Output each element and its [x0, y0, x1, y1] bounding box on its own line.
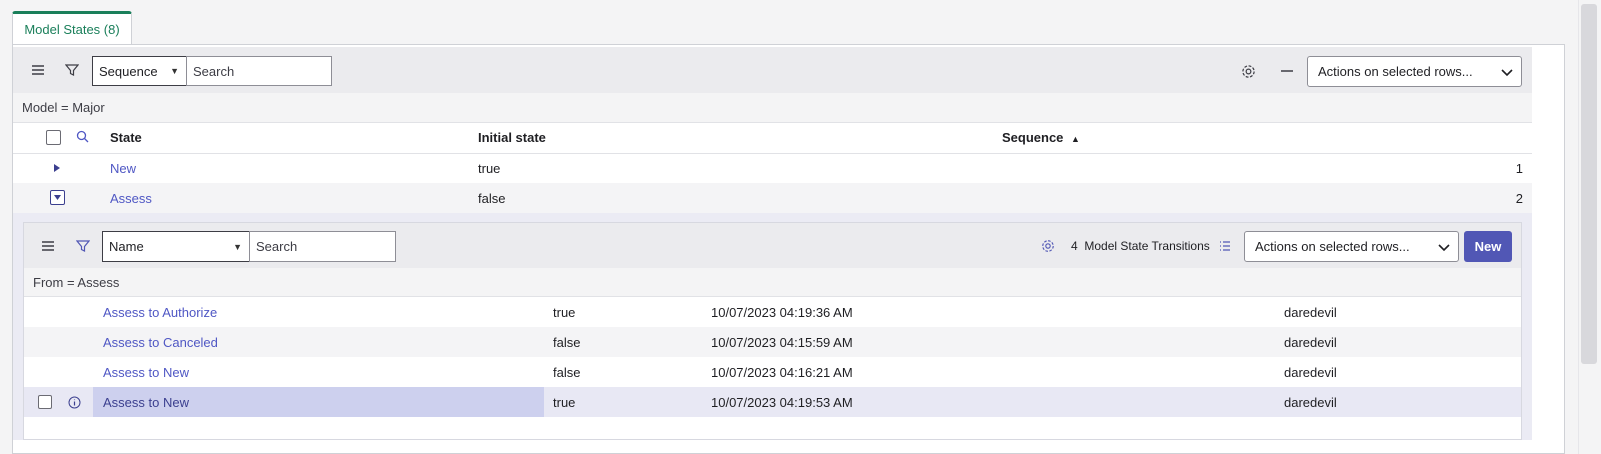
transition-flag: false [553, 335, 581, 350]
updated-by: daredevil [1284, 365, 1337, 380]
updated-by: daredevil [1284, 305, 1337, 320]
transition-name-link[interactable]: Assess to New [103, 395, 189, 410]
column-header-sequence[interactable]: Sequence ▲ [1002, 130, 1080, 145]
tab-label: Model States (8) [24, 21, 120, 37]
sequence-value: 2 [1515, 191, 1523, 206]
chevron-down-icon [1501, 64, 1513, 79]
table-row-expanded [13, 183, 1532, 213]
outer-actions-select[interactable]: Actions on selected rows... [1307, 56, 1522, 87]
initial-state-value: false [478, 191, 506, 206]
row-checkbox[interactable] [38, 395, 52, 409]
search-icon[interactable] [74, 128, 90, 144]
outer-search-input[interactable] [186, 56, 332, 86]
tab-model-states[interactable]: Model States (8) [12, 11, 132, 44]
record-count-number: 4 [1071, 239, 1078, 253]
transition-flag: false [553, 365, 581, 380]
sort-ascending-icon: ▲ [1071, 134, 1080, 144]
funnel-icon[interactable] [62, 60, 82, 80]
column-header-state[interactable]: State [110, 130, 142, 145]
outer-breadcrumb-bar: Model = Major [13, 93, 1532, 122]
inner-search-input[interactable] [249, 231, 396, 262]
gear-icon[interactable] [1038, 236, 1058, 256]
outer-search-field-select[interactable]: Sequence ▼ [92, 56, 187, 86]
record-count-label: Model State Transitions [1084, 239, 1210, 253]
state-link[interactable]: Assess [110, 191, 152, 206]
updated-by: daredevil [1284, 395, 1337, 410]
transition-name-link[interactable]: Assess to Authorize [103, 305, 217, 320]
transition-name-link[interactable]: Assess to New [103, 365, 189, 380]
inner-actions-select[interactable]: Actions on selected rows... [1244, 231, 1459, 262]
inner-actions-label: Actions on selected rows... [1255, 239, 1410, 254]
updated-timestamp: 10/07/2023 04:19:53 AM [711, 395, 853, 410]
caret-down-icon: ▼ [170, 66, 179, 76]
outer-breadcrumb[interactable]: Model = Major [13, 100, 105, 115]
funnel-icon[interactable] [73, 236, 93, 256]
sequence-value: 1 [1515, 161, 1523, 176]
expand-row-icon[interactable] [51, 161, 63, 175]
collapse-row-icon[interactable] [50, 190, 65, 205]
transition-name-link[interactable]: Assess to Canceled [103, 335, 218, 350]
divider [13, 122, 1532, 123]
gear-icon[interactable] [1238, 61, 1258, 81]
select-all-checkbox[interactable] [46, 130, 61, 145]
hamburger-icon[interactable] [28, 60, 48, 80]
updated-by: daredevil [1284, 335, 1337, 350]
state-link[interactable]: New [110, 161, 136, 176]
transition-flag: true [553, 395, 576, 410]
inner-search-field-select[interactable]: Name ▼ [102, 231, 250, 262]
hamburger-icon[interactable] [38, 236, 58, 256]
outer-actions-label: Actions on selected rows... [1318, 64, 1473, 79]
page-scrollbar-thumb[interactable] [1581, 4, 1597, 364]
column-header-initial-state[interactable]: Initial state [478, 130, 546, 145]
record-count: 4 Model State Transitions [1071, 239, 1210, 253]
transition-flag: true [553, 305, 576, 320]
inner-breadcrumb[interactable]: From = Assess [24, 275, 119, 290]
inner-breadcrumb-bar: From = Assess [24, 268, 1521, 296]
info-icon[interactable] [67, 395, 82, 410]
list-icon[interactable] [1216, 237, 1234, 255]
chevron-down-icon [1438, 239, 1450, 254]
new-button[interactable]: New [1464, 231, 1512, 262]
updated-timestamp: 10/07/2023 04:19:36 AM [711, 305, 853, 320]
updated-timestamp: 10/07/2023 04:16:21 AM [711, 365, 853, 380]
updated-timestamp: 10/07/2023 04:15:59 AM [711, 335, 853, 350]
divider [13, 153, 1532, 154]
inner-search-field-value: Name [109, 239, 144, 254]
column-header-sequence-label: Sequence [1002, 130, 1064, 145]
outer-search-field-value: Sequence [99, 63, 158, 79]
caret-down-icon: ▼ [233, 241, 242, 252]
collapse-icon[interactable] [1277, 61, 1297, 81]
initial-state-value: true [478, 161, 501, 176]
